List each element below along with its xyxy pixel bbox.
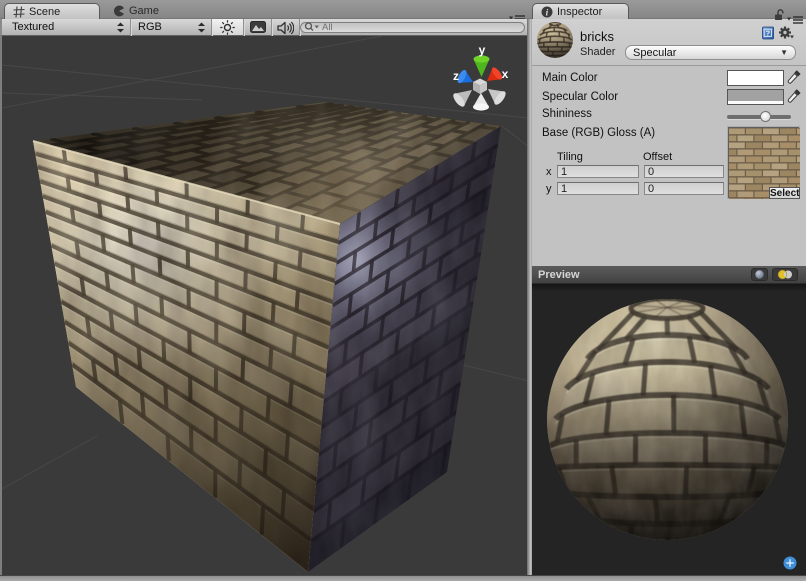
- svg-text:i: i: [546, 8, 549, 18]
- svg-text:y: y: [479, 43, 486, 57]
- svg-text:?: ?: [766, 28, 771, 37]
- svg-text:z: z: [453, 69, 459, 83]
- svg-text:x: x: [502, 67, 509, 81]
